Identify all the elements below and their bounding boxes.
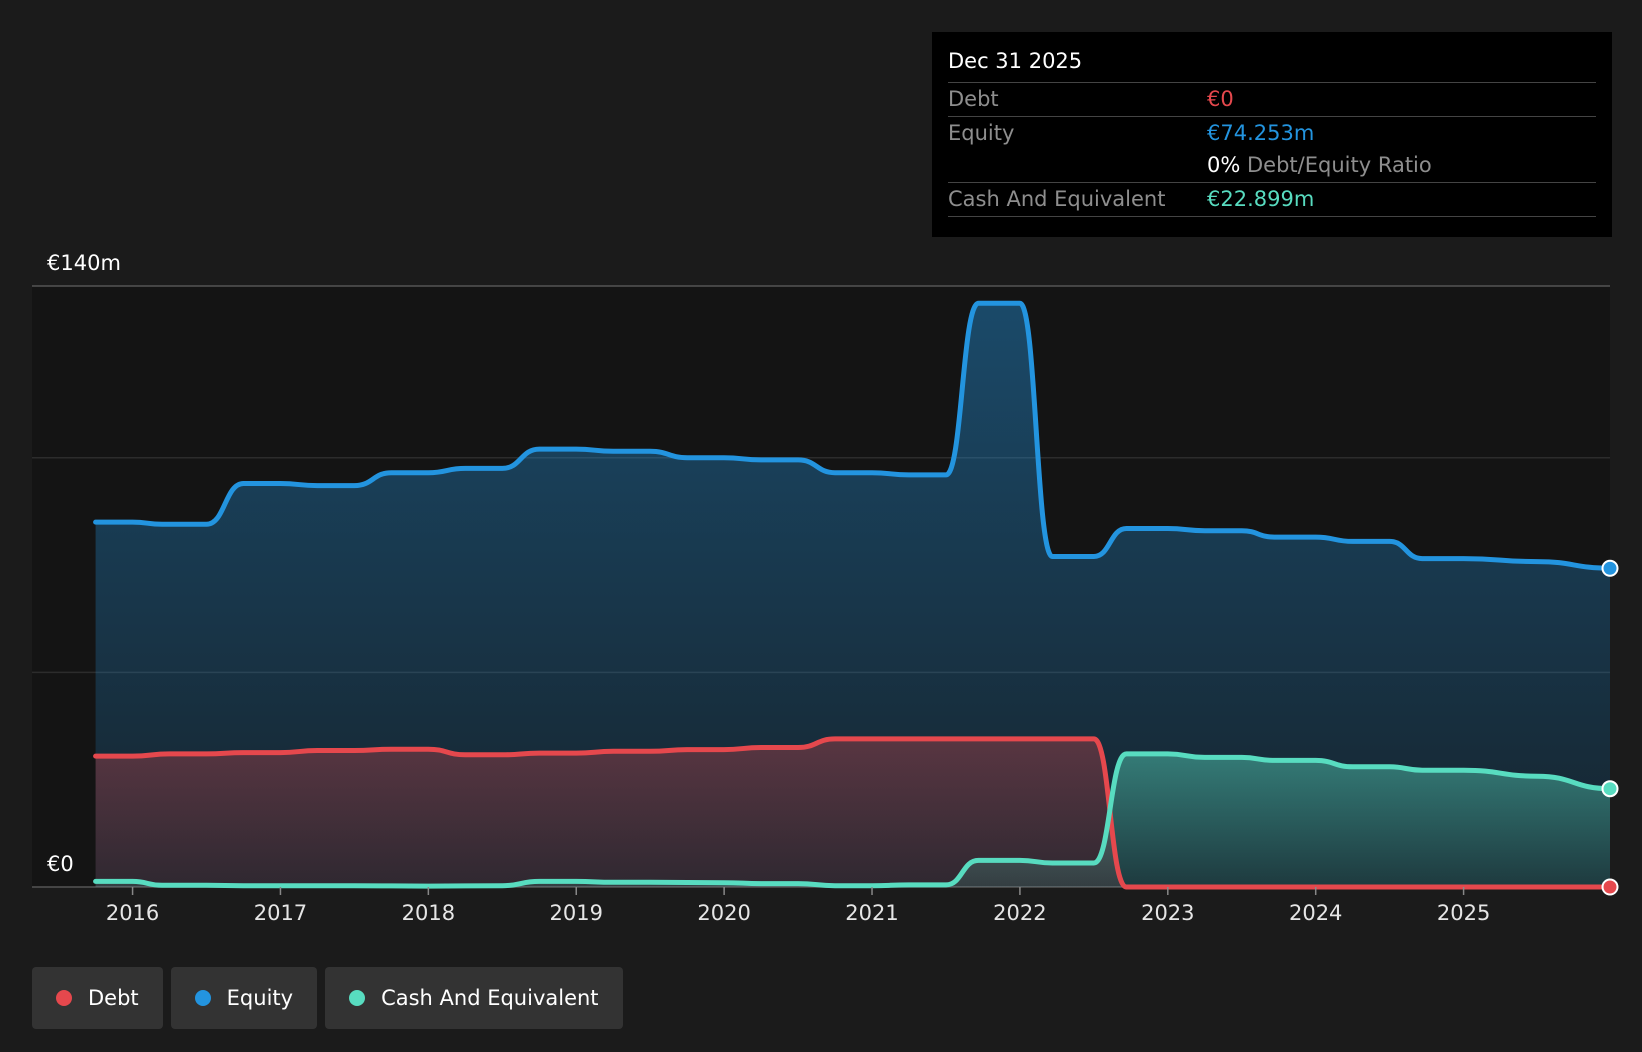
legend-dot-debt — [56, 990, 72, 1006]
x-tick-label-2025: 2025 — [1437, 901, 1490, 925]
x-tick-label-2024: 2024 — [1289, 901, 1342, 925]
tooltip-equity-value: €74.253m — [1207, 121, 1315, 145]
tooltip-ratio-value: 0% — [1207, 153, 1241, 177]
chart-legend: Debt Equity Cash And Equivalent — [32, 967, 623, 1029]
x-tick-label-2021: 2021 — [845, 901, 898, 925]
legend-item-equity[interactable]: Equity — [170, 967, 318, 1029]
x-tick-label-2016: 2016 — [106, 901, 159, 925]
legend-label-debt: Debt — [88, 986, 139, 1010]
tooltip-ratio-label: Debt/Equity Ratio — [1247, 153, 1432, 177]
tooltip-row-ratio: 0% Debt/Equity Ratio — [948, 149, 1596, 183]
legend-dot-equity — [194, 990, 211, 1006]
tooltip-row-cash: Cash And Equivalent €22.899m — [948, 183, 1596, 217]
x-tick-label-2020: 2020 — [697, 901, 750, 925]
legend-dot-cash — [349, 990, 366, 1006]
tooltip-cash-label: Cash And Equivalent — [948, 187, 1166, 211]
tooltip-row-debt: Debt €0 — [948, 83, 1596, 117]
tooltip-row-equity: Equity €74.253m — [948, 117, 1596, 150]
y-tick-label-0: €0 — [47, 852, 74, 876]
tooltip-date: Dec 31 2025 — [948, 46, 1596, 83]
x-tick-label-2018: 2018 — [402, 901, 455, 925]
legend-label-equity: Equity — [226, 986, 294, 1010]
x-tick-label-2019: 2019 — [550, 901, 603, 925]
tooltip-ratio-spacer — [948, 149, 1207, 182]
end-marker-equity — [1601, 559, 1619, 577]
x-tick-label-2023: 2023 — [1141, 901, 1194, 925]
legend-item-cash[interactable]: Cash And Equivalent — [325, 967, 623, 1029]
tooltip-debt-value: €0 — [1207, 87, 1234, 111]
tooltip-ratio: 0% Debt/Equity Ratio — [1207, 149, 1596, 182]
y-tick-label-140: €140m — [47, 251, 121, 275]
x-tick-label-2017: 2017 — [254, 901, 307, 925]
end-marker-cash-and-equivalent — [1601, 780, 1619, 798]
x-tick-label-2022: 2022 — [993, 901, 1046, 925]
legend-item-debt[interactable]: Debt — [32, 967, 163, 1029]
x-axis-ticks: 2016 2017 2018 2019 2020 2021 2022 2023 2024 2025 — [106, 887, 1490, 925]
legend-label-cash: Cash And Equivalent — [381, 986, 599, 1010]
tooltip-cash-value: €22.899m — [1207, 187, 1315, 211]
tooltip-debt-label: Debt — [948, 87, 999, 111]
data-tooltip: Dec 31 2025 Debt €0 Equity €74.253m 0% D… — [932, 32, 1612, 237]
tooltip-equity-label: Equity — [948, 121, 1015, 145]
end-marker-debt — [1601, 878, 1619, 896]
